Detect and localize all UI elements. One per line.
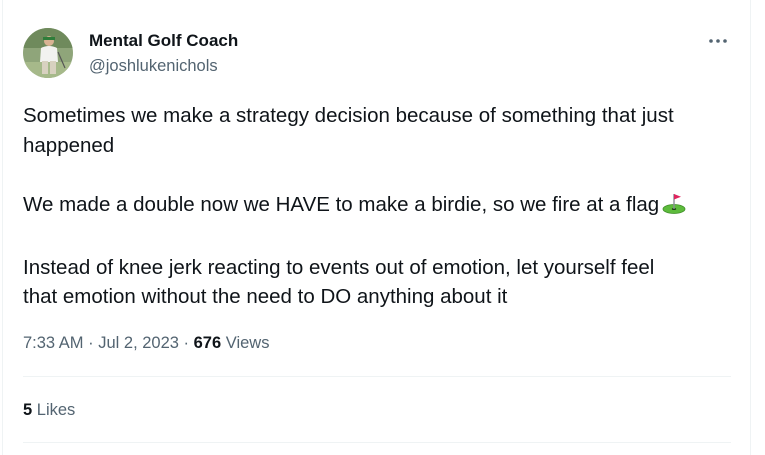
tweet-line: We made a double now we HAVE to make a b… [23, 193, 660, 216]
avatar-image [23, 28, 73, 78]
author-handle[interactable]: @joshlukenichols [89, 55, 218, 77]
right-border [750, 0, 751, 455]
divider [23, 376, 731, 377]
tweet-time[interactable]: 7:33 AM [23, 334, 84, 352]
more-options-button[interactable] [704, 31, 732, 51]
likes-link[interactable]: 5 Likes [23, 399, 75, 421]
flag-in-hole-icon [662, 192, 686, 223]
likes-label: Likes [32, 401, 76, 419]
divider [23, 442, 731, 443]
views-count: 676 [193, 334, 222, 352]
tweet-line: that emotion without the need to DO anyt… [23, 285, 508, 308]
tweet-line: Instead of knee jerk reacting to events … [23, 255, 655, 279]
tweet-card: Mental Golf Coach @joshlukenichols Somet… [0, 0, 765, 455]
left-border [2, 0, 3, 455]
meta-separator: · [178, 334, 194, 352]
tweet-line: happened [23, 133, 115, 157]
views-label: Views [221, 334, 270, 352]
more-icon [709, 39, 727, 43]
avatar[interactable] [23, 28, 73, 78]
meta-separator: · [83, 334, 99, 352]
tweet-meta: 7:33 AM · Jul 2, 2023 · 676 Views [23, 332, 269, 354]
author-name[interactable]: Mental Golf Coach [89, 30, 238, 52]
tweet-line-with-emoji: We made a double now we HAVE to make a b… [23, 190, 743, 223]
tweet-line: Sometimes we make a strategy decision be… [23, 104, 674, 127]
tweet-text: Sometimes we make a strategy decision be… [23, 101, 743, 312]
likes-count: 5 [23, 401, 33, 419]
tweet-date[interactable]: Jul 2, 2023 [98, 334, 179, 352]
